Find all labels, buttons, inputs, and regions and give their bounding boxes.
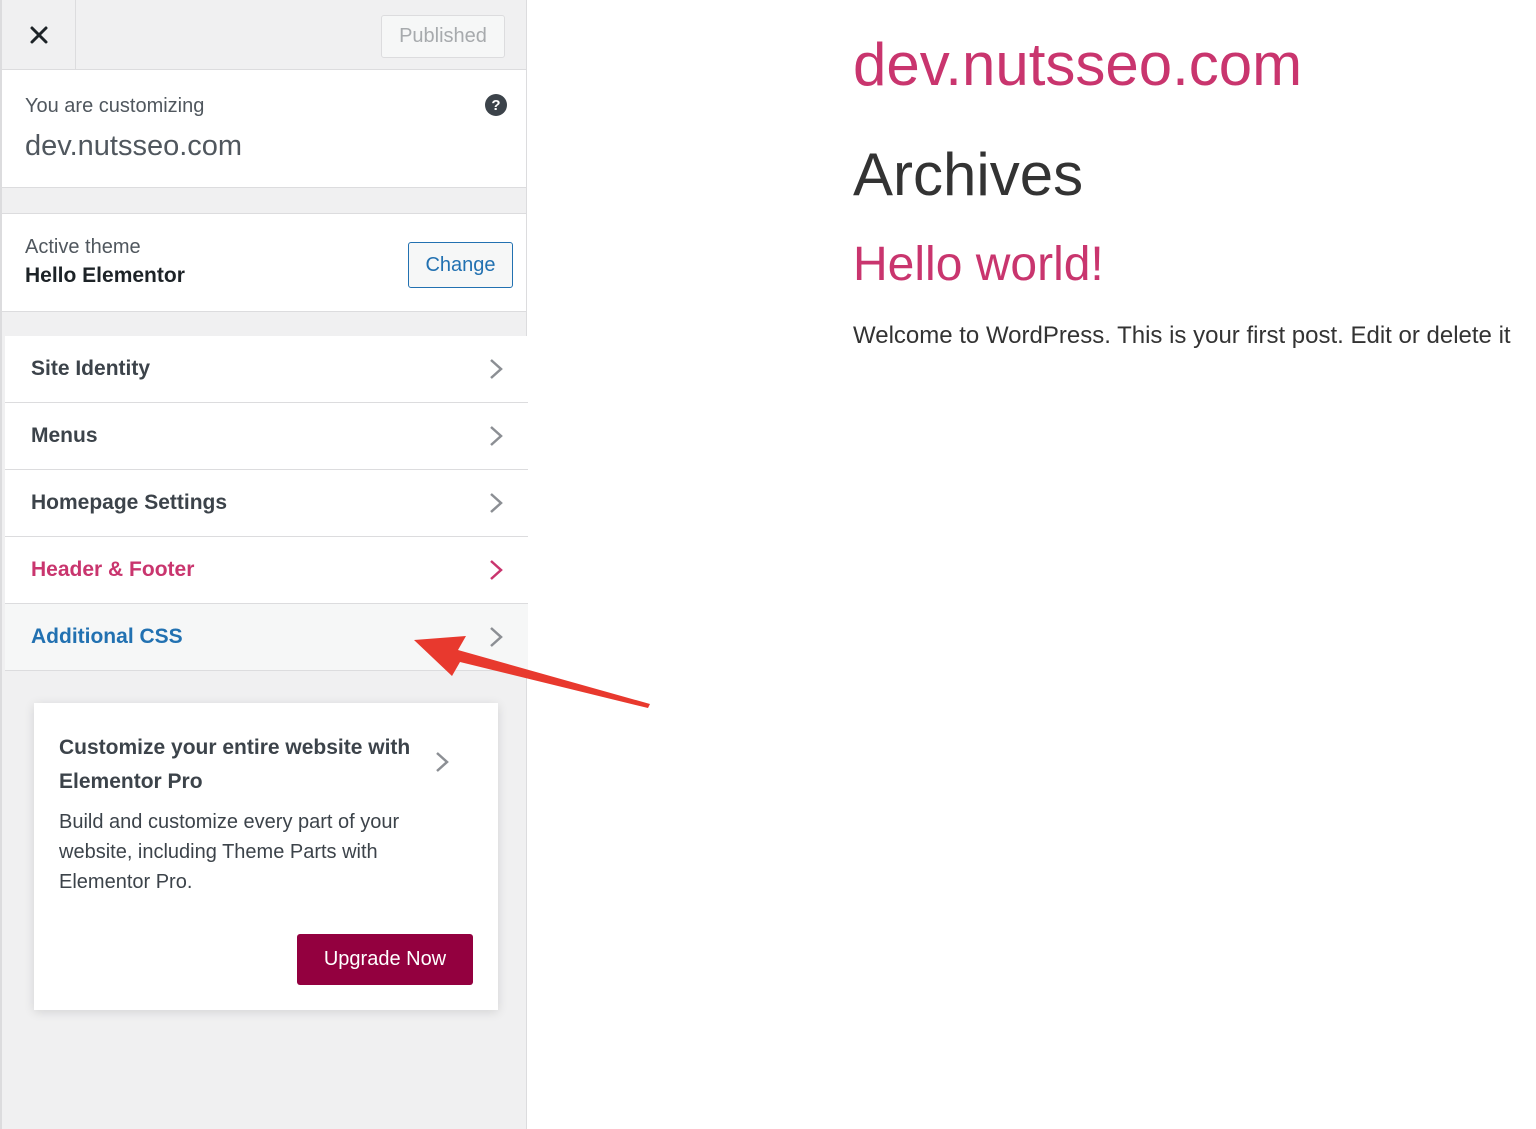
upgrade-now-button[interactable]: Upgrade Now [297, 934, 473, 985]
chevron-right-icon [490, 493, 503, 513]
chevron-right-icon [490, 359, 503, 379]
chevron-right-icon [490, 560, 503, 580]
promo-text: Build and customize every part of your w… [59, 811, 400, 893]
active-theme-label: Active theme [25, 236, 141, 258]
customizing-site-name: dev.nutsseo.com [25, 130, 243, 162]
menu-item-label: Menus [31, 424, 98, 447]
post-excerpt: Welcome to WordPress. This is your first… [853, 322, 1511, 349]
theme-name: Hello Elementor [25, 264, 185, 287]
customizer-menu: Site Identity Menus Homepage Settings He… [5, 336, 529, 671]
menu-item-label: Header & Footer [31, 558, 195, 581]
page-title: Archives [853, 141, 1084, 208]
menu-item-menus[interactable]: Menus [5, 403, 529, 470]
change-theme-button[interactable]: Change [408, 242, 513, 288]
chevron-right-icon [490, 426, 503, 446]
site-preview: dev.nutsseo.com Archives Hello world! We… [528, 0, 1536, 1129]
elementor-pro-promo: Customize your entire website with Eleme… [34, 703, 498, 1010]
customizing-label: You are customizing [25, 95, 205, 117]
menu-item-label: Site Identity [31, 357, 151, 380]
customizing-info: You are customizing dev.nutsseo.com ? [2, 70, 526, 188]
help-icon[interactable]: ? [485, 94, 507, 116]
site-title[interactable]: dev.nutsseo.com [853, 30, 1302, 99]
chevron-right-icon [490, 627, 503, 647]
post-title-link[interactable]: Hello world! [853, 237, 1104, 292]
menu-item-label: Homepage Settings [31, 491, 228, 514]
chevron-right-icon[interactable] [435, 751, 449, 773]
menu-item-homepage-settings[interactable]: Homepage Settings [5, 470, 529, 537]
promo-title: Customize your entire website with Eleme… [59, 736, 411, 793]
customizer-panel: Published You are customizing dev.nutsse… [0, 0, 529, 1129]
menu-item-additional-css[interactable]: Additional CSS [5, 604, 529, 671]
menu-item-site-identity[interactable]: Site Identity [5, 336, 529, 403]
published-button[interactable]: Published [381, 15, 505, 58]
close-icon [30, 26, 47, 43]
active-theme-section: Active theme Hello Elementor Change [2, 213, 526, 312]
menu-item-header-footer[interactable]: Header & Footer [5, 537, 529, 604]
menu-item-label: Additional CSS [31, 625, 183, 648]
customizer-header: Published [2, 0, 526, 70]
close-button[interactable] [2, 0, 76, 69]
